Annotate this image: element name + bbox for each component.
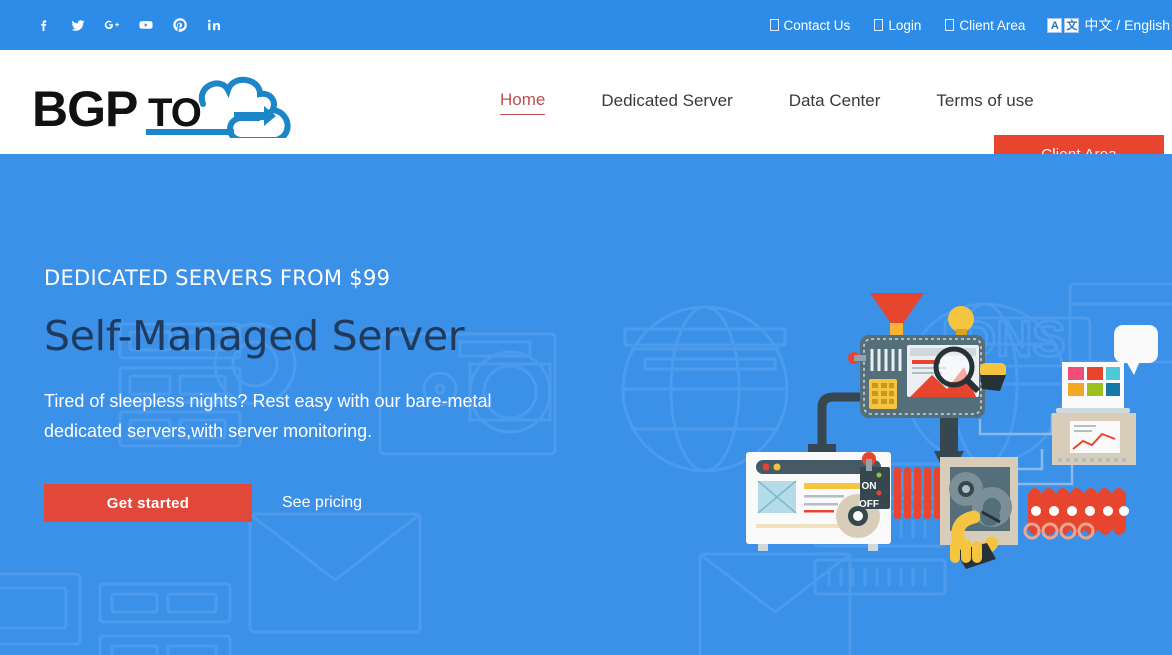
svg-text:TO: TO [148,91,201,135]
nav-item-terms-of-use[interactable]: Terms of use [936,91,1033,113]
login-icon [874,19,884,31]
hero-cta-row: Get started See pricing [44,484,1172,522]
see-pricing-link[interactable]: See pricing [282,494,362,512]
nav-item-data-center[interactable]: Data Center [789,91,881,113]
logo-graphic: BGP TO [32,77,291,138]
top-bar-links: Contact Us Login Client Area A 文 中文 / En… [746,0,1172,50]
hero-section: DNS DEDICATED SERVERS FROM $99 Self-Mana… [0,154,1172,655]
translate-icon-cjk: 文 [1064,17,1080,33]
hero-kicker: DEDICATED SERVERS FROM $99 [44,266,391,290]
translate-icon: A 文 [1047,17,1080,33]
top-link-login-label: Login [888,17,922,33]
language-switcher[interactable]: A 文 中文 / English [1047,15,1170,35]
linkedin-icon[interactable] [206,17,222,33]
svg-text:BGP: BGP [32,81,137,137]
hero-title: Self-Managed Server [44,312,465,360]
language-label: 中文 / English [1084,17,1170,33]
top-link-contact-us[interactable]: Contact Us [769,17,851,33]
logo[interactable]: BGP TO [28,66,310,138]
get-started-button[interactable]: Get started [44,484,252,522]
contact-us-icon [769,19,779,31]
hero-content: DEDICATED SERVERS FROM $99 Self-Managed … [0,154,1172,522]
site-header: BGP TO Home Dedicated Server Data Center… [0,50,1172,174]
social-links [36,17,222,33]
top-link-contact-us-label: Contact Us [783,17,851,33]
youtube-icon[interactable] [138,17,154,33]
nav-item-home[interactable]: Home [500,90,546,115]
top-link-client-area-label: Client Area [959,17,1026,33]
facebook-icon[interactable] [36,17,52,33]
top-bar: Contact Us Login Client Area A 文 中文 / En… [0,0,1172,50]
google-plus-icon[interactable] [104,17,120,33]
hero-subtitle: Tired of sleepless nights? Rest easy wit… [44,391,492,441]
nav-item-dedicated-server[interactable]: Dedicated Server [601,91,732,113]
pinterest-icon[interactable] [172,17,188,33]
top-link-login[interactable]: Login [874,18,921,33]
translate-icon-latin: A [1047,17,1063,33]
twitter-icon[interactable] [70,17,86,33]
client-area-icon [945,19,955,31]
top-link-client-area[interactable]: Client Area [945,18,1025,33]
